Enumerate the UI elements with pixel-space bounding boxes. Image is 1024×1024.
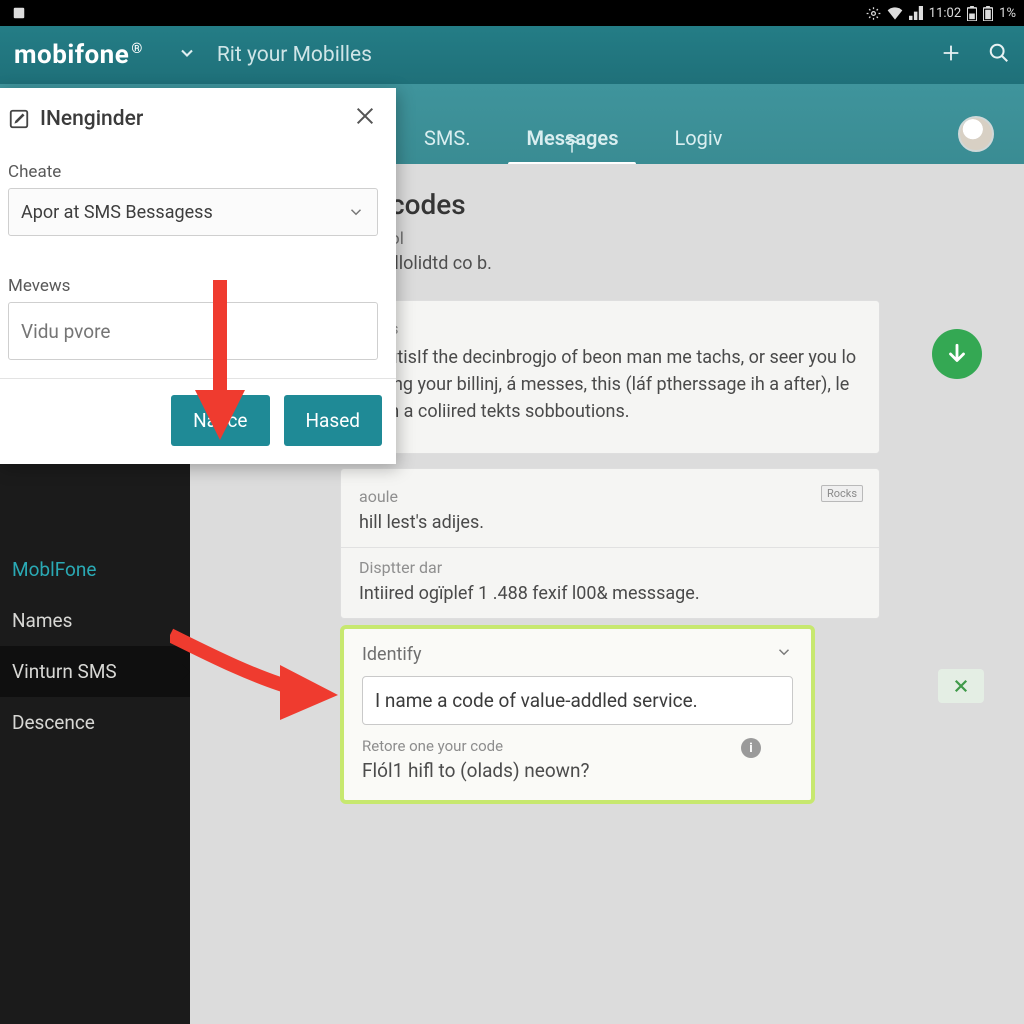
secondary-button[interactable]: Hased xyxy=(284,395,383,446)
page-subtitle-2: illolidtd co b. xyxy=(390,253,994,274)
download-arrow-icon xyxy=(944,341,970,367)
identify-collapse[interactable] xyxy=(775,643,793,666)
card2-label-2: Disptter dar xyxy=(359,558,861,577)
page-title: codes xyxy=(390,188,994,221)
sidebar-item-descence[interactable]: Descence xyxy=(0,697,190,748)
sidebar-item-names[interactable]: Names xyxy=(0,595,190,646)
signal-icon xyxy=(909,6,923,20)
search-button[interactable] xyxy=(988,42,1010,68)
page-subtitle-1: ol xyxy=(390,229,994,249)
tab-logiv[interactable]: Logiv xyxy=(646,126,750,164)
gear-icon xyxy=(866,6,881,21)
card2-text-1: hill lest's adijes. xyxy=(359,512,861,533)
identify-input[interactable] xyxy=(362,676,793,725)
select-value: Apor at SMS Bessagess xyxy=(21,202,213,223)
identify-hint-text: Flól1 hifl to (olads) neown? xyxy=(362,759,793,782)
add-button[interactable] xyxy=(940,42,962,68)
brand-logo: mobifone® xyxy=(14,40,143,70)
sidebar-item-mobifone[interactable]: MoblFone xyxy=(0,544,190,595)
android-status-bar: 11:02 1% xyxy=(0,0,1024,26)
info-card-2: Rocks aoule hill lest's adijes. Disptter… xyxy=(340,468,880,619)
identify-header: Identify xyxy=(362,644,422,665)
brand-dropdown[interactable] xyxy=(177,43,197,67)
close-icon xyxy=(952,677,970,695)
notification-icon xyxy=(12,6,26,20)
card1-text: loclutisIf the decinbrogjo of beon man m… xyxy=(359,344,861,425)
info-icon[interactable]: i xyxy=(741,738,761,758)
tab-sms[interactable]: SMS. xyxy=(396,126,498,164)
info-card-1: ames loclutisIf the decinbrogjo of beon … xyxy=(340,300,880,454)
label-mevews: Mevews xyxy=(8,276,382,296)
identify-panel: Identify i Retore one your code Flól1 hi… xyxy=(340,625,815,804)
chevron-down-icon xyxy=(177,43,197,63)
search-icon xyxy=(988,42,1010,64)
card2-text-2: Intiired ogïplef 1 .488 fexif l00& messs… xyxy=(359,583,861,604)
card2-label-1: aoule xyxy=(359,487,861,506)
chevron-down-icon xyxy=(347,203,365,221)
battery-icon xyxy=(967,6,977,21)
type-select[interactable]: Apor at SMS Bessagess xyxy=(8,188,378,236)
download-fab[interactable] xyxy=(932,329,982,379)
identify-hint-label: Retore one your code xyxy=(362,737,793,755)
app-header: mobifone® Rit your Mobilles xyxy=(0,26,1024,84)
sidebar-item-vinturn-sms[interactable]: Vinturn SMS xyxy=(0,646,190,697)
card2-badge: Rocks xyxy=(821,485,863,502)
antenna-icon xyxy=(562,136,582,161)
status-time: 11:02 xyxy=(929,6,961,21)
dialog-title: INenginder xyxy=(40,107,143,131)
wifi-icon xyxy=(887,6,903,20)
tab-messages[interactable]: Messages xyxy=(498,126,646,164)
dialog-close-button[interactable] xyxy=(348,102,382,136)
create-dialog: INenginder Cheate Apor at SMS Bessagess … xyxy=(0,88,396,464)
plus-icon xyxy=(940,42,962,64)
primary-button[interactable]: Nance xyxy=(171,395,269,446)
edit-icon xyxy=(8,108,30,130)
dismiss-button[interactable] xyxy=(938,669,984,703)
card1-label: ames xyxy=(359,319,861,338)
battery-icon xyxy=(983,6,993,21)
close-icon xyxy=(354,105,376,127)
status-battery: 1% xyxy=(999,6,1016,21)
mevews-input[interactable] xyxy=(21,320,365,343)
label-create: Cheate xyxy=(8,162,382,182)
chevron-down-icon xyxy=(775,643,793,661)
avatar[interactable] xyxy=(958,116,994,152)
header-title: Rit your Mobilles xyxy=(217,43,372,67)
